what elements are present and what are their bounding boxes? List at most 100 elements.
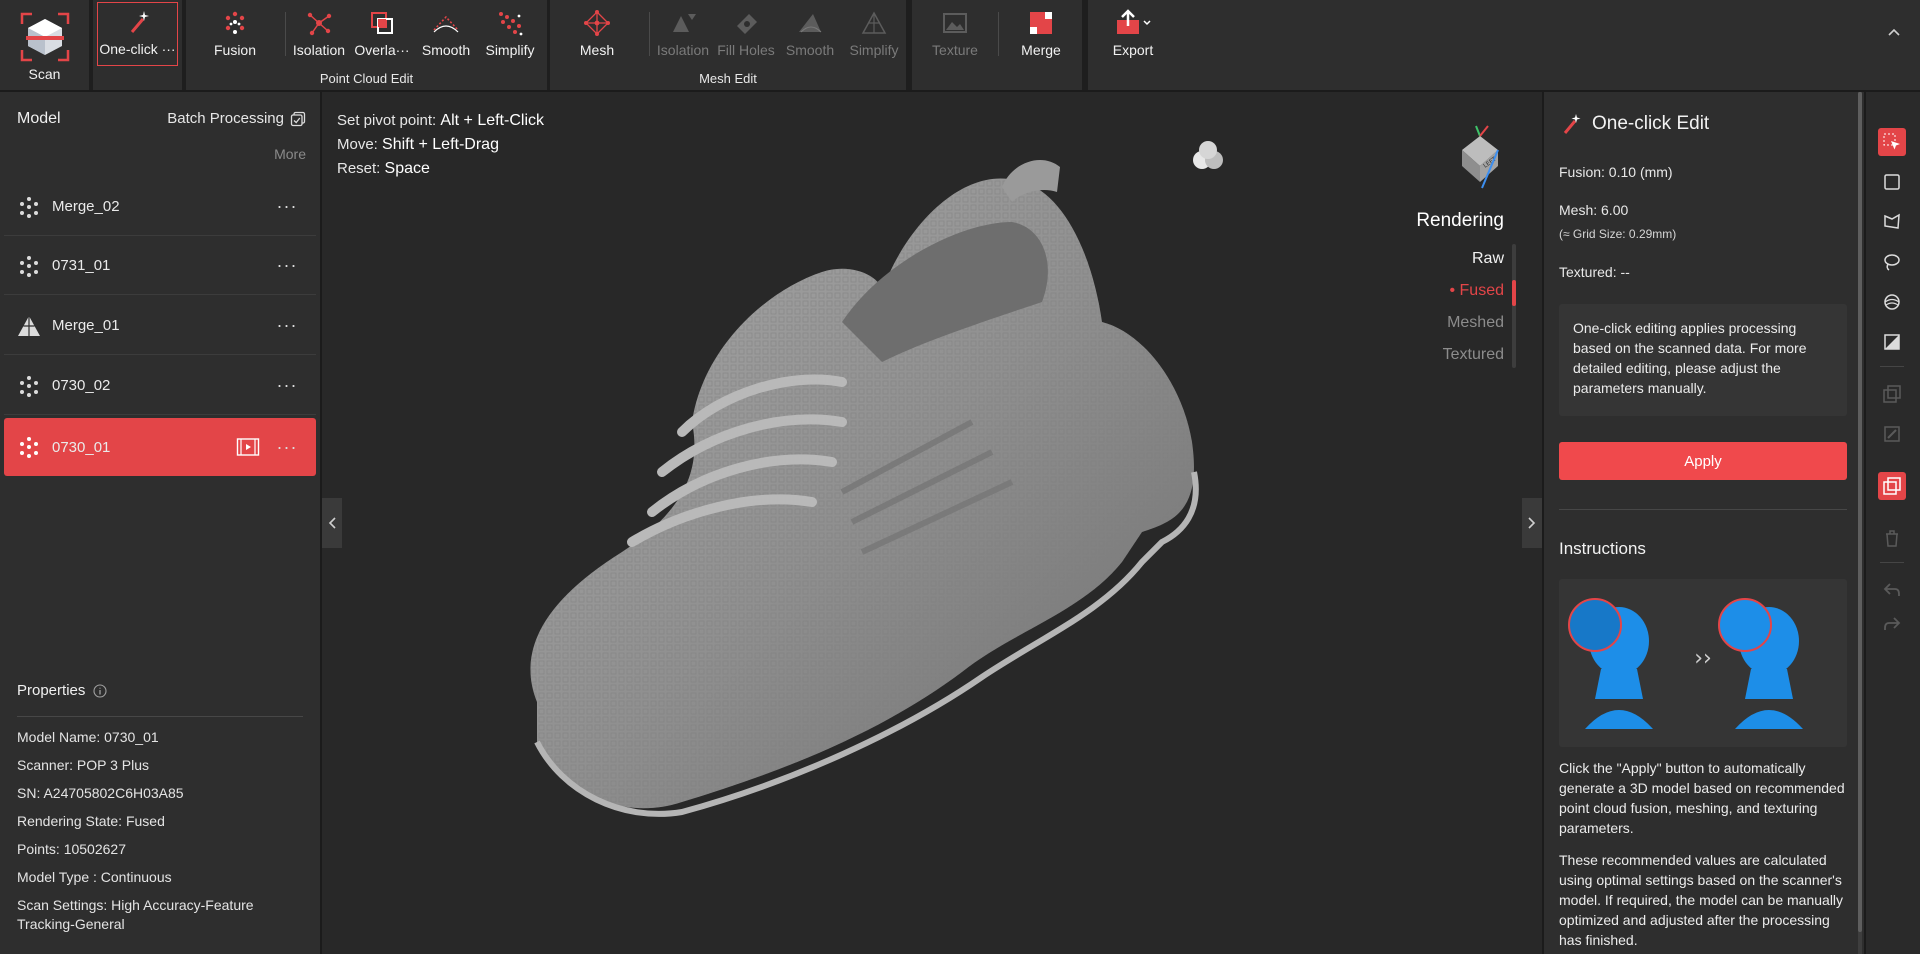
edit-selection-button[interactable] <box>1878 420 1906 448</box>
prop-points: Points: 10502627 <box>17 841 126 857</box>
3d-viewport[interactable]: Set pivot point: Alt + Left-Click Move: … <box>322 92 1542 954</box>
mesh-edit-label: Mesh Edit <box>699 71 757 86</box>
instructions-title: Instructions <box>1559 539 1646 558</box>
model-name: 0731_01 <box>52 257 111 274</box>
chevron-left-icon <box>328 517 336 529</box>
model-menu-button[interactable]: ··· <box>272 196 302 217</box>
tool-divider <box>1880 562 1904 563</box>
model-row-merge-01[interactable]: Merge_01 ··· <box>4 297 316 355</box>
invert-select-button[interactable] <box>1878 328 1906 356</box>
mesh-icon <box>18 315 40 336</box>
model-row-0731-01[interactable]: 0731_01 ··· <box>4 237 316 295</box>
display-mode-icon[interactable] <box>1188 138 1228 174</box>
texture-button[interactable]: Texture <box>922 4 988 60</box>
scan-label: Scan <box>28 66 61 82</box>
collapse-right-panel-button[interactable] <box>1522 498 1542 548</box>
fill-holes-button[interactable]: Fill Holes <box>713 4 779 60</box>
instructions-illustration: ›› <box>1559 579 1847 747</box>
prop-sn: SN: A24705802C6H03A85 <box>17 785 184 801</box>
lasso-select-button[interactable] <box>1878 248 1906 276</box>
render-mode-raw[interactable]: Raw <box>1472 250 1504 268</box>
arrow-glyph: ›› <box>1694 646 1712 671</box>
fusion-button[interactable]: Fusion <box>202 4 268 60</box>
render-mode-meshed[interactable]: Meshed <box>1447 314 1504 332</box>
render-mode-track <box>1512 244 1516 368</box>
polygon-select-button[interactable] <box>1878 208 1906 236</box>
delete-button[interactable] <box>1878 524 1906 552</box>
tool-divider <box>1880 366 1904 367</box>
overlap-button[interactable]: Overla··· <box>349 4 415 60</box>
fill-holes-icon <box>737 14 757 34</box>
prop-rendering-state: Rendering State: Fused <box>17 813 165 829</box>
surface-select-icon <box>1884 294 1900 310</box>
magic-wand-icon <box>1563 114 1581 134</box>
one-click-group: One-click ··· <box>93 0 182 90</box>
collapse-left-panel-button[interactable] <box>322 498 342 548</box>
isolation-label: Isolation <box>292 42 346 58</box>
view-cube-icon[interactable]: LEFT <box>1442 120 1518 200</box>
chevron-up-icon <box>1888 28 1900 36</box>
model-menu-button[interactable]: ··· <box>272 315 302 336</box>
scrollbar-thumb[interactable] <box>1858 92 1862 932</box>
batch-processing-label: Batch Processing <box>167 110 284 127</box>
simplify-button[interactable]: Simplify <box>477 4 543 60</box>
video-playback-icon[interactable] <box>236 437 260 457</box>
one-click-label: One-click ··· <box>99 41 176 57</box>
smooth-icon <box>433 15 459 33</box>
isolation-button[interactable]: Isolation <box>286 4 352 60</box>
point-cloud-icon <box>20 437 38 458</box>
rect-select-button[interactable] <box>1878 168 1906 196</box>
redo-button[interactable] <box>1878 610 1906 638</box>
merge-button[interactable]: Merge <box>1008 4 1074 60</box>
model-menu-button[interactable]: ··· <box>272 375 302 396</box>
chevron-down-icon <box>1143 20 1151 26</box>
mesh-simplify-button[interactable]: Simplify <box>841 4 907 60</box>
main-toolbar: Scan One-click ··· Fusion Isolation Over… <box>0 0 1920 90</box>
model-row-merge-02[interactable]: Merge_02 ··· <box>4 178 316 236</box>
surface-select-button[interactable] <box>1878 288 1906 316</box>
properties-divider <box>17 716 303 717</box>
magic-wand-icon <box>130 11 149 33</box>
undo-button[interactable] <box>1878 576 1906 604</box>
one-click-edit-title: One-click Edit <box>1592 113 1710 134</box>
model-row-0730-01[interactable]: 0730_01 ··· <box>4 418 316 476</box>
select-all-button[interactable] <box>1878 472 1906 500</box>
mesh-button[interactable]: Mesh <box>564 4 630 60</box>
fusion-icon <box>225 11 245 34</box>
mesh-smooth-button[interactable]: Smooth <box>777 4 843 60</box>
mesh-isolation-button[interactable]: Isolation <box>650 4 716 60</box>
select-all-icon <box>1883 477 1901 495</box>
batch-icon <box>290 111 306 126</box>
mesh-isolation-icon <box>673 14 696 32</box>
render-mode-fused[interactable]: • Fused <box>1449 282 1504 300</box>
edit-disabled-icon <box>1884 426 1900 442</box>
prop-scan-settings: Scan Settings: High Accuracy-Feature Tra… <box>17 897 254 932</box>
polygon-select-icon <box>1884 213 1900 229</box>
render-mode-textured[interactable]: Textured <box>1443 346 1504 364</box>
info-icon[interactable] <box>93 683 107 698</box>
apply-button[interactable]: Apply <box>1559 442 1847 480</box>
prop-scanner: Scanner: POP 3 Plus <box>17 757 150 773</box>
merge-icon <box>1030 12 1052 34</box>
toolbar-divider <box>998 12 999 56</box>
more-link[interactable]: More <box>274 146 306 162</box>
collapse-toolbar-button[interactable] <box>1886 24 1902 40</box>
shoe-3d-model <box>530 159 1199 817</box>
batch-processing-button[interactable]: Batch Processing <box>167 110 306 127</box>
one-click-edit-header: One-click Edit <box>1560 112 1709 136</box>
textured-value: Textured: -- <box>1559 264 1630 280</box>
model-row-0730-02[interactable]: 0730_02 ··· <box>4 357 316 415</box>
smooth-button[interactable]: Smooth <box>413 4 479 60</box>
scan-button[interactable]: Scan <box>0 0 89 90</box>
one-click-note: One-click editing applies processing bas… <box>1559 304 1847 416</box>
one-click-edit-button[interactable]: One-click ··· <box>97 2 178 66</box>
model-menu-button[interactable]: ··· <box>272 255 302 276</box>
copy-selection-button[interactable] <box>1878 380 1906 408</box>
export-button[interactable]: Export <box>1098 4 1168 60</box>
mesh-edit-group: Mesh Isolation Fill Holes Smooth Simplif… <box>550 0 906 90</box>
select-tool-button[interactable] <box>1878 128 1906 156</box>
model-menu-button[interactable]: ··· <box>272 437 302 458</box>
texture-label: Texture <box>932 42 978 58</box>
chevron-right-icon <box>1528 517 1536 529</box>
render-mode-indicator <box>1512 280 1516 306</box>
